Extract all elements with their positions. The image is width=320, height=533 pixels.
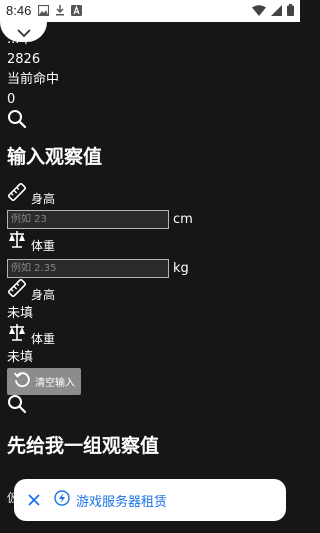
status-time: 8:46 xyxy=(6,3,32,18)
summary-height-value: 未填 xyxy=(7,306,34,321)
height-input[interactable] xyxy=(7,210,169,229)
weight-unit: kg xyxy=(173,261,189,276)
scale-icon xyxy=(7,229,27,253)
summary-weight-value: 未填 xyxy=(7,350,34,365)
app-a-icon xyxy=(71,5,82,20)
search-icon xyxy=(7,394,27,418)
notification-icons xyxy=(37,4,82,20)
signal-icon xyxy=(271,4,282,20)
close-icon xyxy=(28,491,40,510)
battery-icon xyxy=(287,4,294,20)
second-section-title: 先给我一组观察值 xyxy=(7,435,160,457)
height-label: 身高 xyxy=(31,192,56,206)
height-unit: cm xyxy=(173,212,193,227)
ruler-icon xyxy=(7,278,27,302)
summary-height-row: 身高 xyxy=(7,278,297,302)
weight-label-row: 体重 xyxy=(7,231,297,253)
scale-icon xyxy=(7,322,27,346)
height-label-row: 身高 xyxy=(7,182,297,206)
clear-input-label: 清空输入 xyxy=(35,378,75,389)
status-bar: 8:46 xyxy=(0,0,300,22)
search-button[interactable] xyxy=(7,110,297,132)
height-input-row: cm xyxy=(7,208,297,231)
input-section-title: 输入观察值 xyxy=(7,146,103,168)
summary-weight-label: 体重 xyxy=(31,332,56,346)
weight-input-row: kg xyxy=(7,257,297,280)
system-icons xyxy=(252,4,294,20)
clear-input-button[interactable]: 清空输入 xyxy=(7,368,81,395)
snackbar-text: 游戏服务器租赁 xyxy=(76,494,168,510)
gallery-icon xyxy=(37,4,50,20)
summary-weight-row: 体重 xyxy=(7,324,297,346)
search-button-2[interactable] xyxy=(7,395,297,417)
weight-input[interactable] xyxy=(7,259,169,278)
main-content: ...本 2826 当前命中 0 输入观察值 身高 cm 体重 kg 身高 未填 xyxy=(7,22,297,458)
weight-label: 体重 xyxy=(31,239,56,253)
ruler-icon xyxy=(7,182,27,206)
wifi-icon xyxy=(252,4,266,20)
refresh-icon xyxy=(13,371,31,392)
sample-label: ...本 xyxy=(7,30,297,50)
search-icon xyxy=(7,109,27,133)
lightning-icon xyxy=(54,490,70,510)
sample-count: 2826 xyxy=(7,52,41,67)
hit-label: 当前命中 xyxy=(7,72,60,87)
ad-snackbar[interactable]: 游戏服务器租赁 xyxy=(14,479,286,521)
hit-count: 0 xyxy=(7,92,16,107)
snackbar-close-button[interactable] xyxy=(14,491,54,510)
summary-height-label: 身高 xyxy=(31,288,56,302)
chevron-down-icon xyxy=(16,23,31,42)
download-icon xyxy=(55,5,65,20)
